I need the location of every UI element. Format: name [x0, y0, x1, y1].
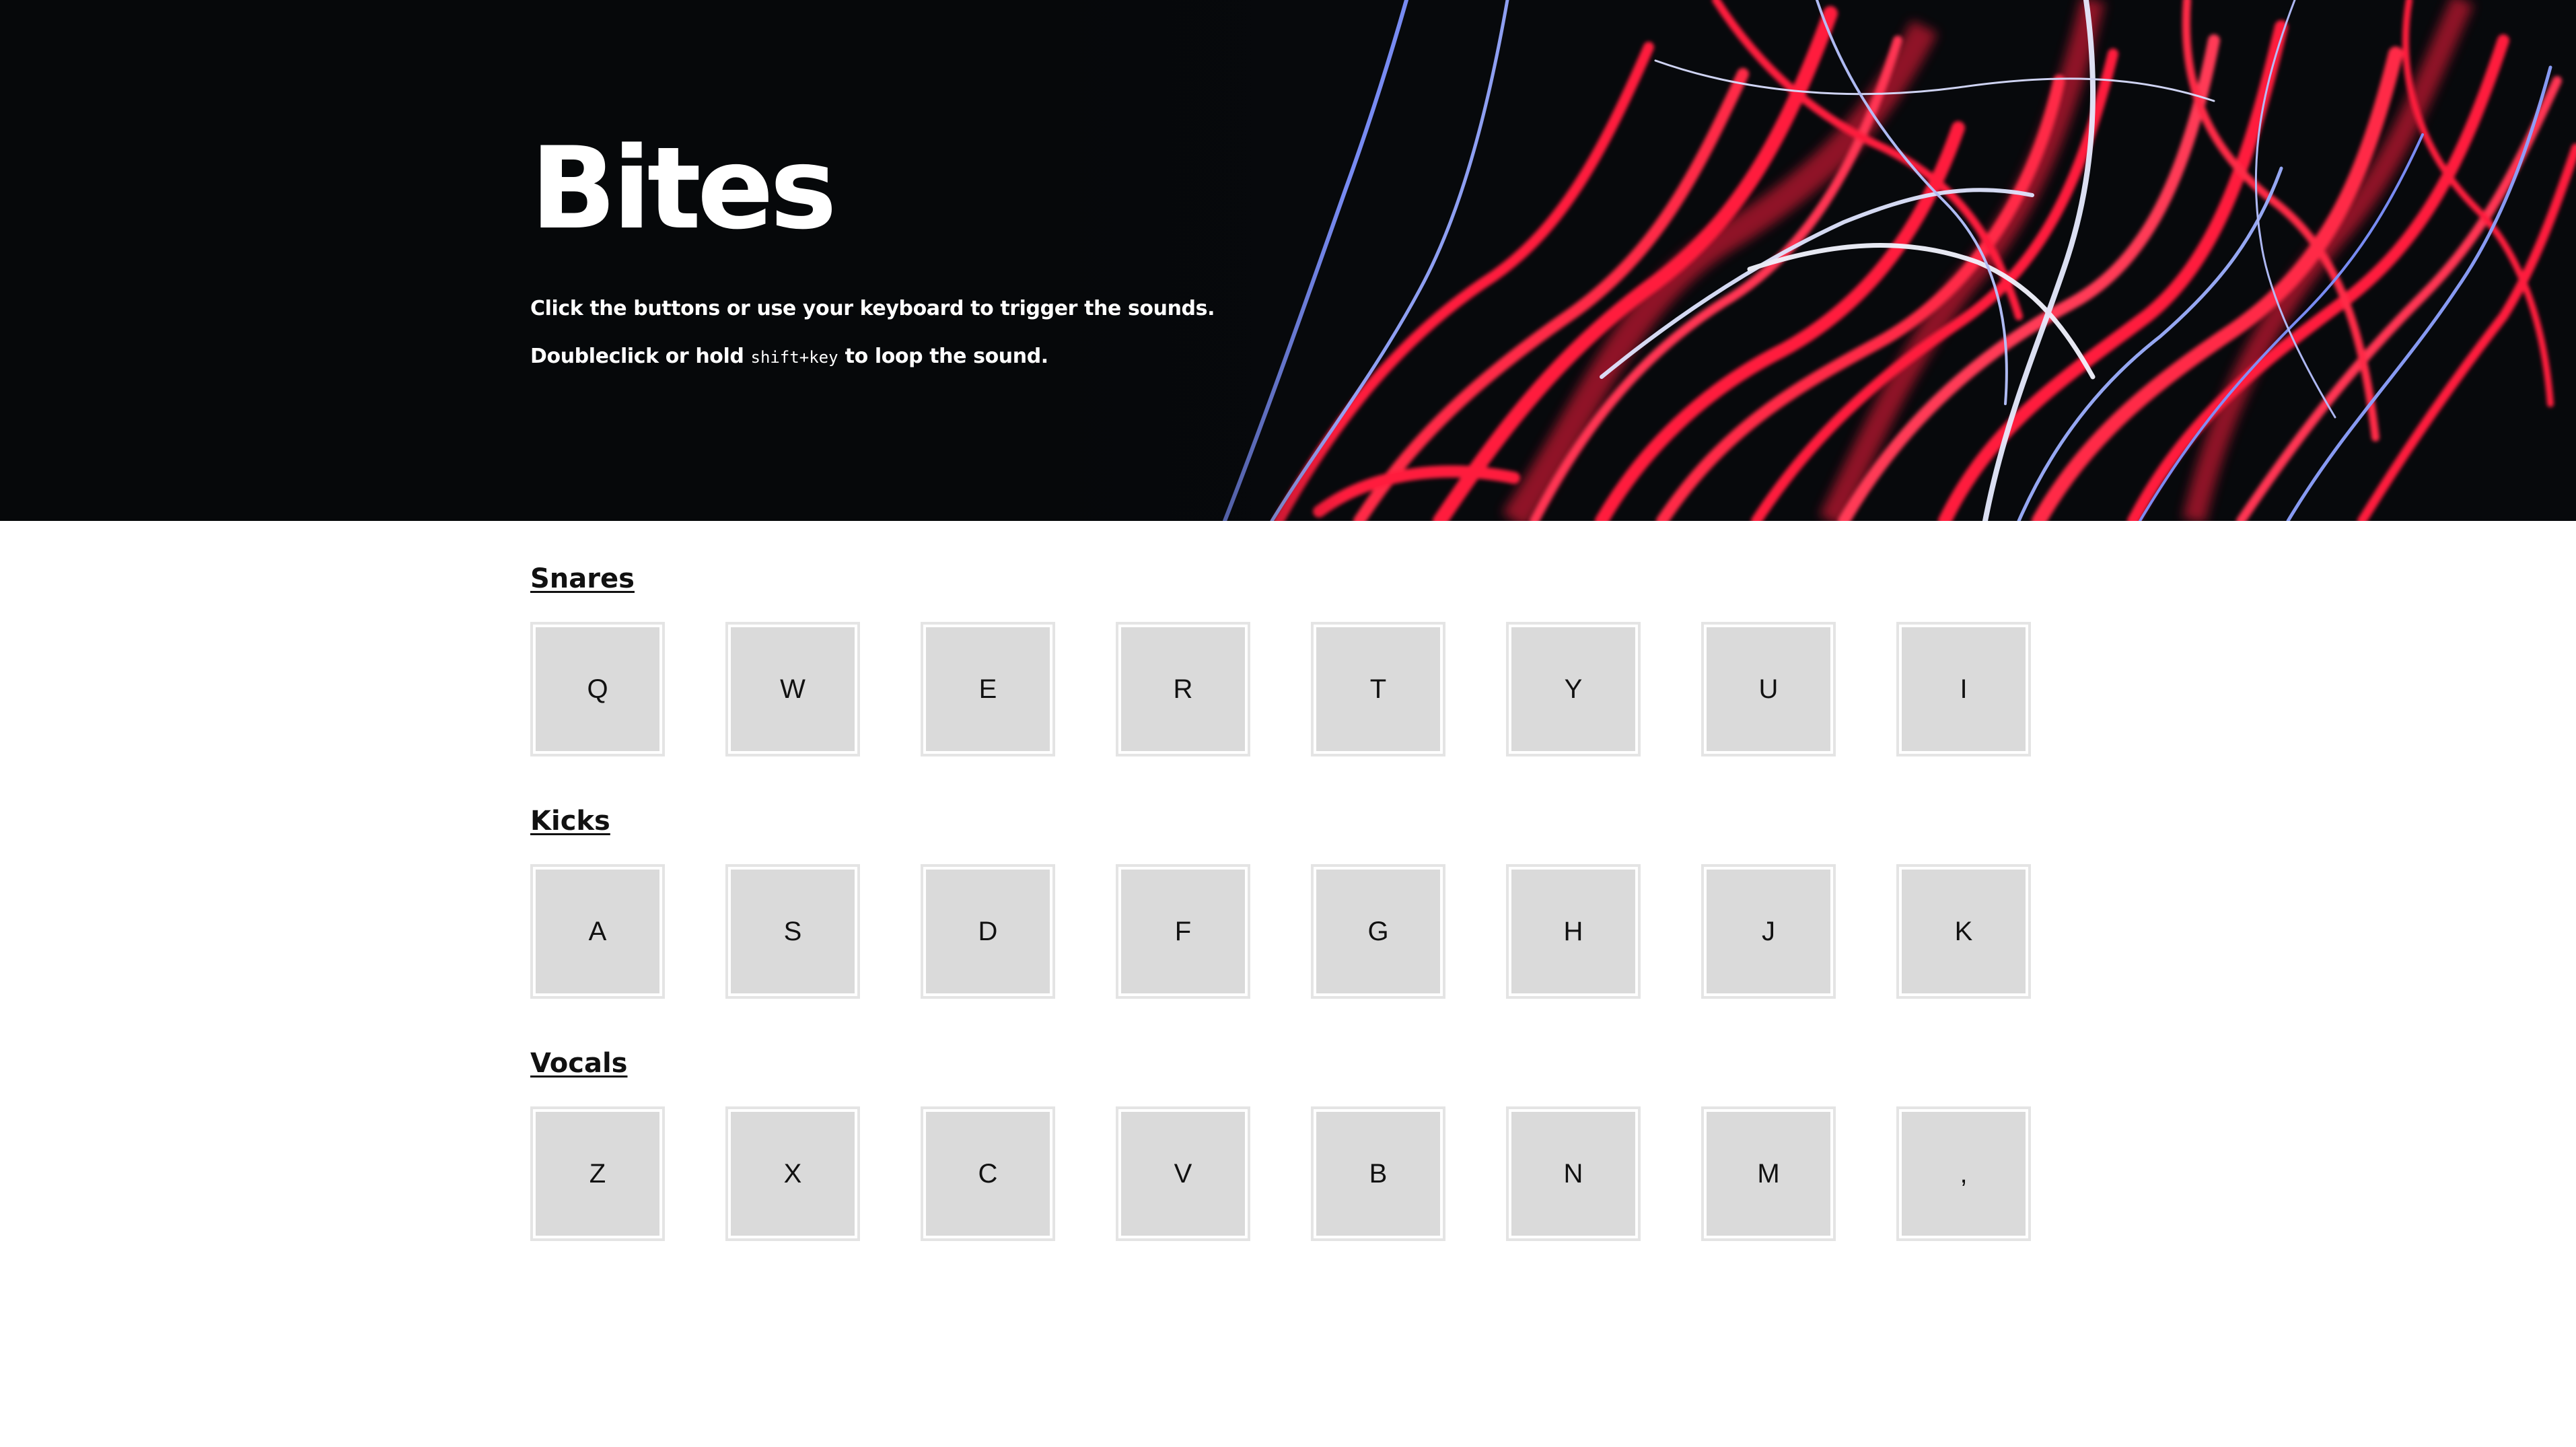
vocals-section: Vocals Z X C V B N M ,	[530, 1048, 2031, 1241]
pad-face: I	[1902, 627, 2026, 751]
pad-face: H	[1511, 870, 1635, 993]
pad-face: D	[926, 870, 1050, 993]
instructions-line-1: Click the buttons or use your keyboard t…	[530, 297, 1215, 320]
kick-pad-g[interactable]: G	[1311, 864, 1445, 999]
vocal-pad-z[interactable]: Z	[530, 1106, 665, 1241]
page-title: Bites	[530, 122, 837, 254]
pad-key-label: V	[1174, 1159, 1192, 1189]
snare-pad-y[interactable]: Y	[1506, 622, 1641, 756]
vocal-pad-n[interactable]: N	[1506, 1106, 1641, 1241]
pad-key-label: K	[1954, 917, 1973, 946]
pad-key-label: ,	[1960, 1159, 1968, 1189]
pad-face: C	[926, 1112, 1050, 1236]
pad-face: K	[1902, 870, 2026, 993]
pad-face: E	[926, 627, 1050, 751]
vocal-pad-v[interactable]: V	[1116, 1106, 1250, 1241]
instructions-line-2-start: Doubleclick or hold	[530, 345, 751, 368]
vocal-pad-b[interactable]: B	[1311, 1106, 1445, 1241]
pad-face: Y	[1511, 627, 1635, 751]
pad-key-label: R	[1173, 674, 1193, 704]
pad-face: ,	[1902, 1112, 2026, 1236]
instructions-line-2: Doubleclick or hold shift+key to loop th…	[530, 347, 1048, 367]
pad-key-label: M	[1757, 1159, 1780, 1189]
pad-face: Z	[536, 1112, 659, 1236]
vocal-pad-comma[interactable]: ,	[1896, 1106, 2031, 1241]
pad-face: X	[731, 1112, 855, 1236]
pad-key-label: S	[783, 917, 802, 946]
pad-key-label: I	[1960, 674, 1968, 704]
section-title-vocals: Vocals	[530, 1048, 628, 1079]
pad-face: N	[1511, 1112, 1635, 1236]
pad-key-label: Q	[587, 674, 608, 704]
kick-pad-a[interactable]: A	[530, 864, 665, 999]
pad-key-label: W	[780, 674, 806, 704]
shift-key-code: shift+key	[750, 348, 838, 367]
snare-pad-q[interactable]: Q	[530, 622, 665, 756]
pad-face: V	[1121, 1112, 1245, 1236]
snare-pad-u[interactable]: U	[1701, 622, 1836, 756]
pad-key-label: N	[1563, 1159, 1583, 1189]
pad-face: W	[731, 627, 855, 751]
vocal-pad-c[interactable]: C	[921, 1106, 1055, 1241]
kicks-section: Kicks A S D F G H J K	[530, 806, 2031, 999]
section-title-snares: Snares	[530, 563, 635, 594]
pad-face: A	[536, 870, 659, 993]
pad-key-label: U	[1758, 674, 1779, 704]
pad-key-label: Z	[589, 1159, 606, 1189]
pad-key-label: E	[978, 674, 997, 704]
pad-face: M	[1707, 1112, 1830, 1236]
vocal-pad-m[interactable]: M	[1701, 1106, 1836, 1241]
snare-pad-e[interactable]: E	[921, 622, 1055, 756]
snare-pad-r[interactable]: R	[1116, 622, 1250, 756]
kick-pad-j[interactable]: J	[1701, 864, 1836, 999]
pad-face: B	[1316, 1112, 1440, 1236]
pad-key-label: A	[588, 917, 607, 946]
pad-key-label: X	[783, 1159, 802, 1189]
pad-face: R	[1121, 627, 1245, 751]
snares-section: Snares Q W E R T Y U I	[530, 563, 2031, 756]
snare-pad-t[interactable]: T	[1311, 622, 1445, 756]
kicks-pad-row: A S D F G H J K	[530, 864, 2031, 999]
kick-pad-h[interactable]: H	[1506, 864, 1641, 999]
pad-key-label: H	[1563, 917, 1583, 946]
pad-key-label: D	[978, 917, 998, 946]
pad-face: T	[1316, 627, 1440, 751]
pad-key-label: T	[1369, 674, 1387, 704]
pad-face: G	[1316, 870, 1440, 993]
pad-key-label: Y	[1564, 674, 1583, 704]
hero-banner: Bites Click the buttons or use your keyb…	[0, 0, 2576, 521]
kick-pad-s[interactable]: S	[725, 864, 860, 999]
vocal-pad-x[interactable]: X	[725, 1106, 860, 1241]
kick-pad-d[interactable]: D	[921, 864, 1055, 999]
kick-pad-f[interactable]: F	[1116, 864, 1250, 999]
pad-key-label: C	[978, 1159, 998, 1189]
kick-pad-k[interactable]: K	[1896, 864, 2031, 999]
pad-face: F	[1121, 870, 1245, 993]
pad-face: J	[1707, 870, 1830, 993]
pad-face: Q	[536, 627, 659, 751]
pad-face: U	[1707, 627, 1830, 751]
pad-key-label: B	[1369, 1159, 1388, 1189]
instructions-line-2-end: to loop the sound.	[838, 345, 1049, 368]
snare-pad-i[interactable]: I	[1896, 622, 2031, 756]
pad-key-label: G	[1367, 917, 1389, 946]
pad-key-label: J	[1762, 917, 1775, 946]
vocals-pad-row: Z X C V B N M ,	[530, 1106, 2031, 1241]
pad-face: S	[731, 870, 855, 993]
snares-pad-row: Q W E R T Y U I	[530, 622, 2031, 756]
section-title-kicks: Kicks	[530, 806, 610, 837]
snare-pad-w[interactable]: W	[725, 622, 860, 756]
pad-key-label: F	[1174, 917, 1192, 946]
hero-content: Bites Click the buttons or use your keyb…	[530, 0, 1540, 521]
